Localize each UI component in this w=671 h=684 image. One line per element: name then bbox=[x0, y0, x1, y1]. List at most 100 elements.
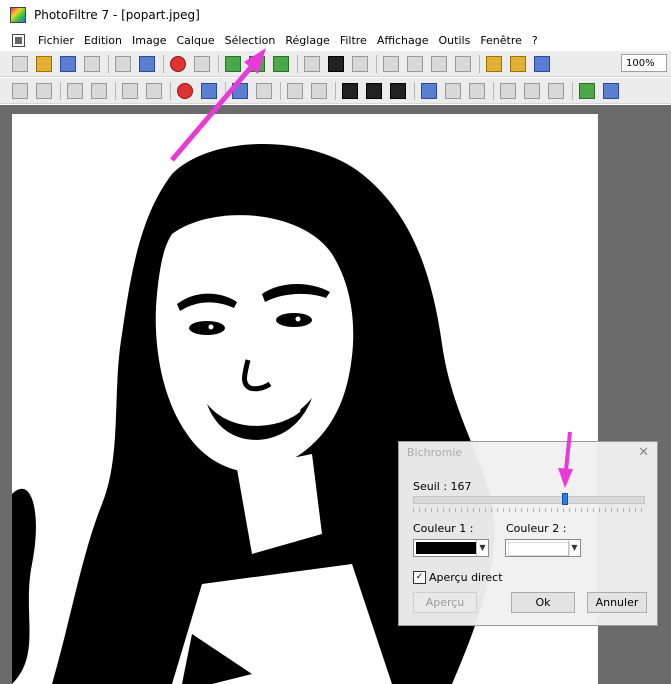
toolbar-separator bbox=[163, 54, 164, 73]
slider-ticks bbox=[413, 508, 645, 512]
toolbar-separator bbox=[280, 81, 281, 100]
toolbar-tool-icon[interactable] bbox=[486, 55, 502, 72]
menu-item-5[interactable]: Réglage bbox=[280, 34, 334, 47]
toolbar-tool-icon[interactable] bbox=[194, 55, 210, 72]
seuil-slider-thumb[interactable] bbox=[561, 493, 568, 505]
toolbar-tool-icon[interactable] bbox=[12, 82, 28, 99]
toolbar-tool-icon[interactable] bbox=[534, 55, 550, 72]
toolbar-tool-icon[interactable] bbox=[455, 55, 471, 72]
apercu-direct-checkbox[interactable]: ✓ Aperçu direct bbox=[413, 571, 503, 584]
dialog-title-bar: Bichromie ✕ bbox=[399, 442, 657, 464]
toolbar-tool-icon[interactable] bbox=[328, 55, 344, 72]
toolbar-tool-icon[interactable] bbox=[500, 82, 516, 99]
toolbar-tool-icon[interactable] bbox=[256, 82, 272, 99]
toolbar-separator bbox=[297, 54, 298, 73]
toolbar-tool-icon[interactable] bbox=[579, 82, 595, 99]
couleur2-swatch bbox=[508, 542, 570, 556]
toolbar-tool-icon[interactable] bbox=[232, 82, 248, 99]
toolbar-tool-icon[interactable] bbox=[548, 82, 564, 99]
toolbar-tool-icon[interactable] bbox=[139, 55, 155, 72]
photofiltre-icon bbox=[10, 7, 26, 23]
menu-item-9[interactable]: Fenêtre bbox=[475, 34, 527, 47]
toolbar-tool-icon[interactable] bbox=[177, 82, 193, 99]
main-toolbar: 100% bbox=[0, 51, 671, 77]
chevron-down-icon: ▼ bbox=[476, 540, 488, 556]
close-icon[interactable]: ✕ bbox=[638, 442, 649, 464]
seuil-label: Seuil : 167 bbox=[413, 480, 472, 493]
menu-item-2[interactable]: Image bbox=[127, 34, 171, 47]
document-menu-icon[interactable] bbox=[12, 34, 25, 47]
menu-item-3[interactable]: Calque bbox=[171, 34, 219, 47]
check-icon: ✓ bbox=[413, 571, 426, 584]
window-title: PhotoFiltre 7 - [popart.jpeg] bbox=[34, 8, 200, 22]
title-bar: PhotoFiltre 7 - [popart.jpeg] bbox=[0, 0, 671, 30]
annuler-button[interactable]: Annuler bbox=[587, 592, 647, 613]
menu-bar: Fichier Edition Image Calque Sélection Réglag… bbox=[0, 30, 671, 51]
menu-item-1[interactable]: Edition bbox=[79, 34, 127, 47]
toolbar-separator bbox=[414, 81, 415, 100]
toolbar-separator bbox=[170, 81, 171, 100]
couleur2-select[interactable]: ▼ bbox=[505, 539, 581, 557]
toolbar-separator bbox=[225, 81, 226, 100]
toolbar-separator bbox=[572, 81, 573, 100]
toolbar-tool-icon[interactable] bbox=[390, 82, 406, 99]
toolbar-separator bbox=[493, 81, 494, 100]
dialog-title: Bichromie bbox=[407, 446, 463, 459]
toolbar-tool-icon[interactable] bbox=[60, 55, 76, 72]
adjust-toolbar bbox=[0, 78, 671, 104]
apercu-direct-label: Aperçu direct bbox=[429, 571, 503, 584]
menu-item-6[interactable]: Filtre bbox=[335, 34, 372, 47]
zoom-input[interactable]: 100% bbox=[621, 54, 667, 72]
toolbar-separator bbox=[479, 54, 480, 73]
toolbar-separator bbox=[108, 54, 109, 73]
toolbar-tool-icon[interactable] bbox=[122, 82, 138, 99]
toolbar-tool-icon[interactable] bbox=[170, 55, 186, 72]
bichromie-dialog: Bichromie ✕ Seuil : 167 Couleur 1 : ▼ Co… bbox=[398, 441, 658, 626]
toolbar-tool-icon[interactable] bbox=[36, 55, 52, 72]
toolbar-tool-icon[interactable] bbox=[201, 82, 217, 99]
menu-item-8[interactable]: Outils bbox=[434, 34, 476, 47]
apercu-button[interactable]: Aperçu bbox=[413, 592, 477, 613]
toolbar-tool-icon[interactable] bbox=[84, 55, 100, 72]
toolbar-tool-icon[interactable] bbox=[445, 82, 461, 99]
toolbar-tool-icon[interactable] bbox=[115, 55, 131, 72]
seuil-slider[interactable] bbox=[413, 496, 645, 504]
toolbar-tool-icon[interactable] bbox=[421, 82, 437, 99]
toolbar-tool-icon[interactable] bbox=[287, 82, 303, 99]
toolbar-tool-icon[interactable] bbox=[469, 82, 485, 99]
toolbar-tool-icon[interactable] bbox=[311, 82, 327, 99]
toolbar-tool-icon[interactable] bbox=[249, 55, 265, 72]
toolbar-separator bbox=[60, 81, 61, 100]
toolbar-separator bbox=[218, 54, 219, 73]
menu-item-0[interactable]: Fichier bbox=[33, 34, 79, 47]
toolbar-separator bbox=[115, 81, 116, 100]
ok-button[interactable]: Ok bbox=[511, 592, 575, 613]
couleur1-select[interactable]: ▼ bbox=[413, 539, 489, 557]
toolbar-tool-icon[interactable] bbox=[91, 82, 107, 99]
menu-item-4[interactable]: Sélection bbox=[220, 34, 281, 47]
toolbar-separator bbox=[376, 54, 377, 73]
toolbar-tool-icon[interactable] bbox=[603, 82, 619, 99]
toolbar-tool-icon[interactable] bbox=[342, 82, 358, 99]
chevron-down-icon: ▼ bbox=[568, 540, 580, 556]
toolbar-tool-icon[interactable] bbox=[225, 55, 241, 72]
toolbar-tool-icon[interactable] bbox=[524, 82, 540, 99]
toolbar-tool-icon[interactable] bbox=[510, 55, 526, 72]
toolbar-tool-icon[interactable] bbox=[304, 55, 320, 72]
menu-item-10[interactable]: ? bbox=[527, 34, 543, 47]
couleur1-swatch bbox=[416, 542, 476, 554]
toolbar-tool-icon[interactable] bbox=[352, 55, 368, 72]
toolbar-tool-icon[interactable] bbox=[383, 55, 399, 72]
toolbar-tool-icon[interactable] bbox=[273, 55, 289, 72]
toolbar-tool-icon[interactable] bbox=[366, 82, 382, 99]
toolbar-tool-icon[interactable] bbox=[146, 82, 162, 99]
couleur2-label: Couleur 2 : bbox=[506, 522, 567, 535]
toolbar-tool-icon[interactable] bbox=[407, 55, 423, 72]
toolbar-tool-icon[interactable] bbox=[36, 82, 52, 99]
toolbar-separator bbox=[335, 81, 336, 100]
toolbar-tool-icon[interactable] bbox=[431, 55, 447, 72]
toolbar-tool-icon[interactable] bbox=[67, 82, 83, 99]
couleur1-label: Couleur 1 : bbox=[413, 522, 474, 535]
menu-item-7[interactable]: Affichage bbox=[372, 34, 434, 47]
toolbar-tool-icon[interactable] bbox=[12, 55, 28, 72]
